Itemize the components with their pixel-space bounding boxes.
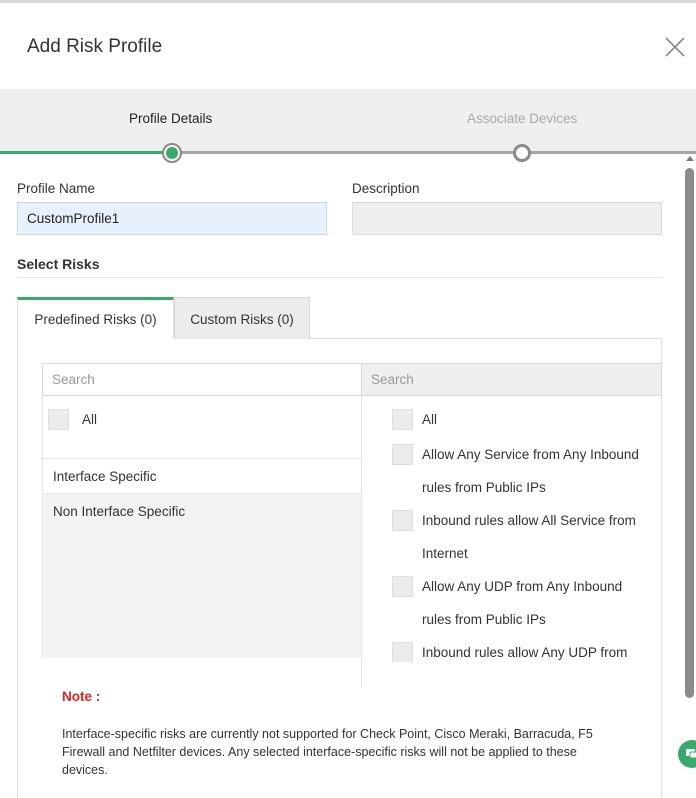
profile-name-input[interactable] xyxy=(17,202,327,235)
scroll-up-arrow-icon[interactable] xyxy=(686,156,694,161)
step-2-indicator xyxy=(513,144,531,162)
select-risks-heading: Select Risks xyxy=(17,256,100,272)
dialog-title: Add Risk Profile xyxy=(27,36,163,57)
dialog-header: Add Risk Profile xyxy=(0,3,696,89)
risk-item-label: Inbound rules allow Any UDP from xyxy=(422,645,628,660)
risk-item-label: Inbound rules allow All Service from Int… xyxy=(422,513,636,561)
step-profile-details[interactable]: Profile Details xyxy=(129,111,212,126)
risk-search-input[interactable]: Search xyxy=(362,363,662,396)
category-all-label: All xyxy=(82,412,98,427)
chat-icon[interactable] xyxy=(678,740,696,768)
risk-checkbox[interactable] xyxy=(392,642,413,662)
note-text: Interface-specific risks are currently n… xyxy=(62,727,593,777)
risk-checkbox[interactable] xyxy=(392,444,413,465)
close-icon[interactable] xyxy=(664,36,686,58)
profile-name-label: Profile Name xyxy=(17,181,96,196)
chat-bubble-icon xyxy=(686,749,696,759)
description-label: Description xyxy=(352,181,420,196)
section-divider xyxy=(17,277,662,278)
vertical-scrollbar[interactable] xyxy=(685,156,696,798)
risk-checkbox[interactable] xyxy=(392,510,413,531)
description-input[interactable] xyxy=(352,202,662,235)
wizard-stepper: Profile Details Associate Devices xyxy=(0,89,696,153)
risk-all-checkbox[interactable] xyxy=(392,409,413,430)
step-associate-devices[interactable]: Associate Devices xyxy=(467,111,577,126)
risk-list: All Allow Any Service from Any Inbound r… xyxy=(362,396,660,662)
risk-item-label: Allow Any Service from Any Inbound rules… xyxy=(422,447,639,495)
scrollbar-thumb[interactable] xyxy=(685,168,694,698)
stepper-track-complete xyxy=(0,151,172,154)
note-title: Note : xyxy=(62,689,101,704)
category-all-checkbox[interactable] xyxy=(48,409,69,430)
risk-checkbox[interactable] xyxy=(392,576,413,597)
step-1-indicator xyxy=(162,143,182,163)
category-search-input[interactable]: Search xyxy=(42,363,362,396)
category-item-non-interface-specific[interactable]: Non Interface Specific xyxy=(43,494,361,658)
tab-custom-risks[interactable]: Custom Risks (0) xyxy=(174,297,310,339)
stepper-track-pending xyxy=(172,151,696,154)
risk-item-label: Allow Any UDP from Any Inbound rules fro… xyxy=(422,579,623,627)
tab-strip-line xyxy=(310,338,662,339)
tab-predefined-risks[interactable]: Predefined Risks (0) xyxy=(17,297,174,339)
category-item-interface-specific[interactable]: Interface Specific xyxy=(43,458,361,494)
risk-all-label: All xyxy=(422,412,438,427)
